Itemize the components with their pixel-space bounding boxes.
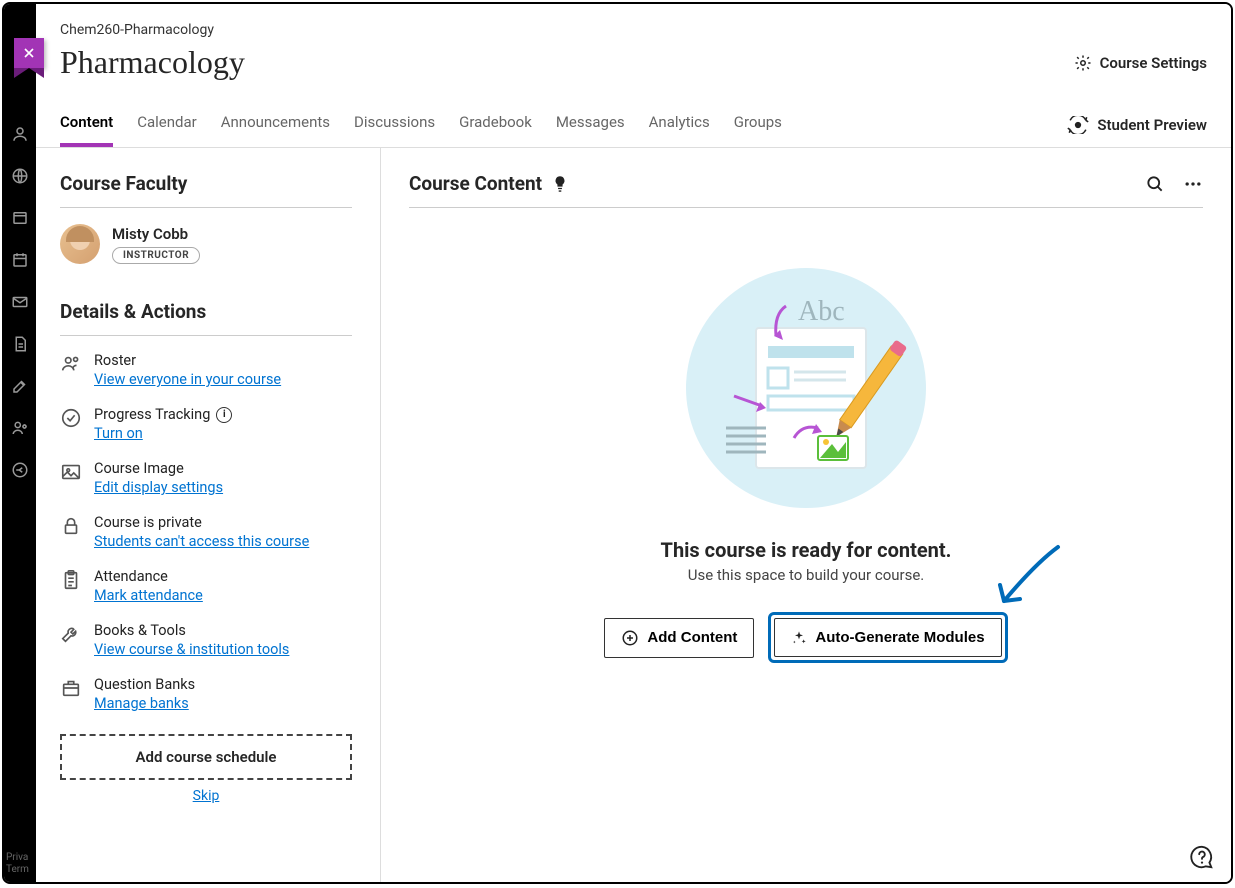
plus-circle-icon — [621, 629, 639, 647]
faculty-avatar[interactable] — [60, 224, 100, 264]
tab-groups[interactable]: Groups — [734, 103, 782, 147]
course-image-link[interactable]: Edit display settings — [94, 479, 223, 496]
courses-icon[interactable] — [10, 208, 30, 228]
detail-label: Course is private — [94, 514, 309, 531]
add-content-button[interactable]: Add Content — [604, 618, 754, 658]
student-preview-label: Student Preview — [1097, 116, 1207, 134]
tools-link[interactable]: View course & institution tools — [94, 641, 289, 658]
detail-label: Progress Tracking i — [94, 406, 232, 423]
roster-link[interactable]: View everyone in your course — [94, 371, 281, 388]
add-course-schedule-button[interactable]: Add course schedule — [60, 734, 352, 780]
calendar-icon[interactable] — [10, 250, 30, 270]
left-rail: Priva Term — [4, 4, 36, 882]
tab-discussions[interactable]: Discussions — [354, 103, 435, 147]
close-panel-button[interactable] — [14, 38, 44, 68]
skip-link[interactable]: Skip — [60, 788, 352, 804]
detail-private: Course is private Students can't access … — [60, 514, 352, 550]
rail-footer: Priva Term — [6, 852, 29, 876]
add-content-label: Add Content — [647, 629, 737, 646]
course-id: Chem260-Pharmacology — [60, 22, 1207, 38]
auto-generate-label: Auto-Generate Modules — [815, 629, 984, 646]
tab-announcements[interactable]: Announcements — [221, 103, 330, 147]
compose-icon[interactable] — [10, 376, 30, 396]
detail-progress: Progress Tracking i Turn on — [60, 406, 352, 442]
admin-icon[interactable] — [10, 418, 30, 438]
detail-course-image: Course Image Edit display settings — [60, 460, 352, 496]
roster-icon — [60, 353, 82, 375]
detail-tools: Books & Tools View course & institution … — [60, 622, 352, 658]
progress-icon — [60, 407, 82, 429]
auto-generate-modules-button[interactable]: Auto-Generate Modules — [774, 618, 1001, 657]
refresh-eye-icon — [1067, 116, 1089, 134]
search-icon[interactable] — [1145, 174, 1165, 194]
private-link[interactable]: Students can't access this course — [94, 533, 309, 550]
content-heading: Course Content — [409, 172, 542, 195]
detail-label: Attendance — [94, 568, 203, 585]
mail-icon[interactable] — [10, 292, 30, 312]
detail-label: Roster — [94, 352, 281, 369]
lightbulb-icon[interactable] — [552, 175, 568, 193]
empty-illustration: Abc — [686, 268, 926, 508]
globe-icon[interactable] — [10, 166, 30, 186]
faculty-name: Misty Cobb — [112, 225, 200, 243]
auto-generate-highlight: Auto-Generate Modules — [768, 612, 1007, 663]
svg-text:Abc: Abc — [798, 296, 845, 327]
detail-label: Course Image — [94, 460, 223, 477]
detail-attendance: Attendance Mark attendance — [60, 568, 352, 604]
empty-state-title: This course is ready for content. — [661, 538, 952, 562]
course-tabs: Content Calendar Announcements Discussio… — [60, 103, 782, 147]
content-area: Course Content — [381, 148, 1231, 882]
student-preview-button[interactable]: Student Preview — [1067, 116, 1207, 134]
course-title: Pharmacology — [60, 44, 245, 81]
detail-roster: Roster View everyone in your course — [60, 352, 352, 388]
banks-link[interactable]: Manage banks — [94, 695, 195, 712]
course-settings-button[interactable]: Course Settings — [1074, 54, 1207, 72]
more-icon[interactable] — [1183, 174, 1203, 194]
empty-state-subtitle: Use this space to build your course. — [688, 566, 925, 584]
tab-messages[interactable]: Messages — [556, 103, 625, 147]
sparkle-icon — [791, 630, 807, 646]
course-settings-label: Course Settings — [1100, 54, 1207, 72]
tab-calendar[interactable]: Calendar — [137, 103, 197, 147]
tab-gradebook[interactable]: Gradebook — [459, 103, 532, 147]
detail-label: Books & Tools — [94, 622, 289, 639]
bank-icon — [60, 677, 82, 699]
wrench-icon — [60, 623, 82, 645]
signout-icon[interactable] — [10, 460, 30, 480]
clipboard-icon — [60, 569, 82, 591]
image-icon — [60, 461, 82, 483]
progress-link[interactable]: Turn on — [94, 425, 232, 442]
document-icon[interactable] — [10, 334, 30, 354]
attendance-link[interactable]: Mark attendance — [94, 587, 203, 604]
detail-label: Question Banks — [94, 676, 195, 693]
tab-analytics[interactable]: Analytics — [649, 103, 710, 147]
info-icon[interactable]: i — [216, 407, 232, 423]
faculty-heading: Course Faculty — [60, 172, 352, 208]
details-heading: Details & Actions — [60, 300, 352, 336]
gear-icon — [1074, 54, 1092, 72]
lock-icon — [60, 515, 82, 537]
course-sidebar: Course Faculty Misty Cobb INSTRUCTOR Det… — [36, 148, 381, 882]
detail-banks: Question Banks Manage banks — [60, 676, 352, 712]
faculty-role-badge: INSTRUCTOR — [112, 247, 200, 264]
person-icon[interactable] — [10, 124, 30, 144]
help-icon[interactable] — [1189, 844, 1215, 870]
tab-content[interactable]: Content — [60, 103, 113, 147]
